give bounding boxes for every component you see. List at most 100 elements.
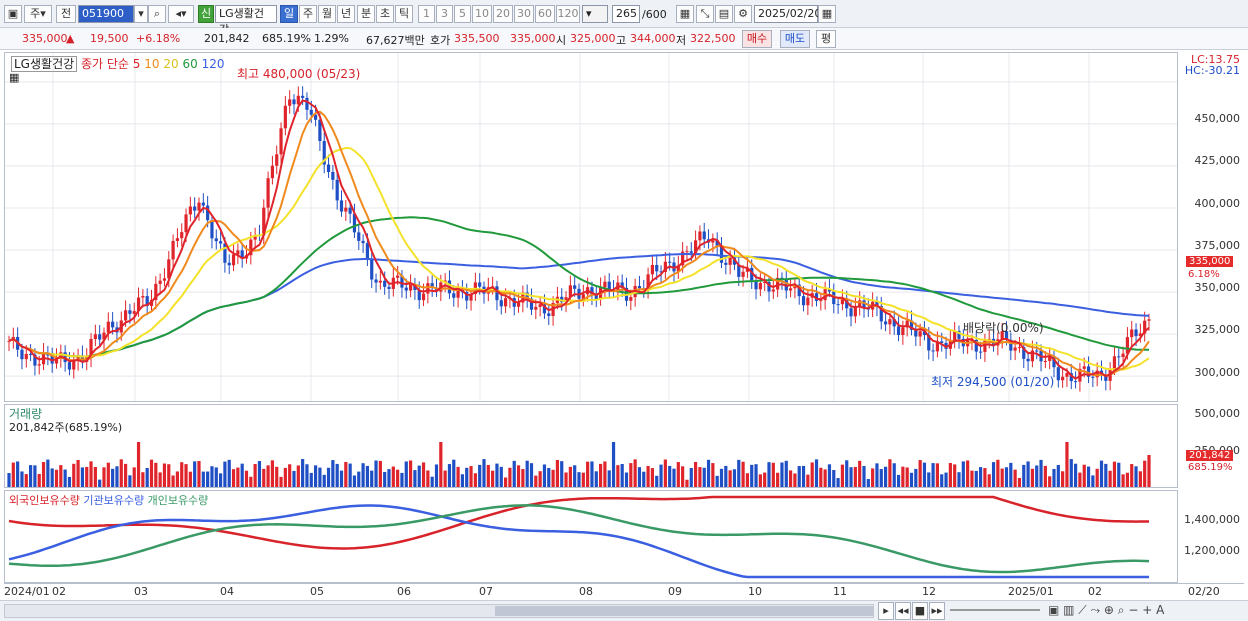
tool-icon-1[interactable]: ▦ xyxy=(676,5,694,23)
period-tick[interactable]: 틱 xyxy=(395,5,413,23)
candle-body xyxy=(93,334,97,339)
volume-bar xyxy=(447,464,452,487)
volume-bar xyxy=(508,467,512,487)
y-tick: 400,000 xyxy=(1194,197,1241,210)
candle-body xyxy=(901,327,905,335)
interval-1[interactable]: 1 xyxy=(418,5,435,23)
candle-body xyxy=(1130,329,1134,338)
volume-bar xyxy=(810,462,814,487)
candle-body xyxy=(404,287,408,291)
interval-30[interactable]: 30 xyxy=(514,5,534,23)
volume-bar xyxy=(741,461,745,487)
volume-bar xyxy=(7,473,11,487)
date-input[interactable]: 2025/02/20 xyxy=(754,5,821,23)
period-month[interactable]: 월 xyxy=(318,5,336,23)
volume-bar xyxy=(871,468,875,487)
volume-bar xyxy=(262,468,266,487)
volume-bar xyxy=(72,463,76,487)
candle-body xyxy=(374,279,378,283)
table-icon[interactable]: ▦ xyxy=(9,71,19,84)
volume-bar xyxy=(555,460,560,487)
interval-60[interactable]: 60 xyxy=(535,5,555,23)
scroll-track[interactable] xyxy=(4,604,874,618)
volume-bar xyxy=(1065,442,1069,487)
interval-20[interactable]: 20 xyxy=(493,5,513,23)
save-icon[interactable]: ▤ xyxy=(715,5,733,23)
volume-bar xyxy=(326,467,331,487)
price-panel[interactable]: LG생활건강 종가 단순 5 10 20 60 120 ▦ 최고 480,000… xyxy=(4,52,1178,402)
candle-body xyxy=(357,232,361,241)
volume-bar xyxy=(417,465,421,487)
holdings-panel[interactable]: 외국인보유수량 기관보유수량 개인보유수량 xyxy=(4,490,1178,583)
volume-bar xyxy=(827,464,832,487)
volume-bar xyxy=(184,464,188,487)
code-input[interactable]: 051900 xyxy=(78,5,134,23)
x-label: 2025/01 xyxy=(1008,585,1054,598)
period-day[interactable]: 일 xyxy=(280,5,298,23)
quote-turnover: 1.29% xyxy=(314,32,349,45)
speaker-icon[interactable]: ◂▾ xyxy=(168,5,194,23)
volume-bar xyxy=(732,469,737,487)
volume-bar xyxy=(318,467,322,487)
sell-button[interactable]: 매도 xyxy=(780,30,810,48)
period-minute[interactable]: 분 xyxy=(357,5,375,23)
candle-body xyxy=(456,289,460,298)
volume-bar xyxy=(460,474,465,487)
current-price-tag: 335,000 xyxy=(1186,256,1234,267)
volume-bar xyxy=(201,471,205,487)
buy-button[interactable]: 매수 xyxy=(742,30,772,48)
scroll-thumb[interactable] xyxy=(495,606,873,616)
candle-body xyxy=(1017,347,1022,349)
interval-10[interactable]: 10 xyxy=(472,5,492,23)
candle-body xyxy=(1117,356,1121,358)
volume-bar xyxy=(1099,460,1104,487)
volume-bar xyxy=(270,460,275,487)
interval-5[interactable]: 5 xyxy=(454,5,471,23)
volume-bar xyxy=(676,462,680,487)
candle-body xyxy=(1073,381,1078,383)
play-icon[interactable]: ▸ xyxy=(878,602,894,620)
stop-icon[interactable]: ■ xyxy=(912,602,928,620)
count-input[interactable]: 265 xyxy=(612,5,640,23)
volume-bar xyxy=(154,462,158,487)
volume-bar xyxy=(892,463,896,487)
eval-button[interactable]: 평 xyxy=(816,30,836,48)
window-icon[interactable]: ▣ xyxy=(4,5,22,23)
interval-select[interactable]: ▾ xyxy=(582,5,608,23)
forward-icon[interactable]: ▸▸ xyxy=(929,602,945,620)
volume-bar xyxy=(715,475,719,487)
candle-body xyxy=(288,99,292,106)
volume-bar xyxy=(659,464,663,487)
period-second[interactable]: 초 xyxy=(376,5,394,23)
zoom-slider[interactable] xyxy=(950,609,1040,611)
search-icon[interactable]: ⌕ xyxy=(148,5,166,23)
volume-bar xyxy=(858,460,862,487)
gear-icon[interactable]: ⚙ xyxy=(734,5,752,23)
period-week[interactable]: 주 xyxy=(299,5,317,23)
volume-value: 201,842주(685.19%) xyxy=(9,421,123,434)
market-select[interactable]: 주▾ xyxy=(24,5,52,23)
candle-body xyxy=(1134,329,1138,337)
volume-bar xyxy=(1022,464,1026,487)
volume-bar xyxy=(642,471,646,487)
prev-button[interactable]: 전 xyxy=(56,5,76,23)
volume-chart[interactable] xyxy=(5,405,1177,487)
period-year[interactable]: 년 xyxy=(337,5,355,23)
rewind-icon[interactable]: ◂◂ xyxy=(895,602,911,620)
volume-bar xyxy=(987,474,991,487)
candle-body xyxy=(637,286,642,289)
price-chart[interactable] xyxy=(5,53,1177,401)
calendar-icon[interactable]: ▦ xyxy=(818,5,836,23)
code-dropdown-icon[interactable]: ▾ xyxy=(134,5,148,23)
tool-icons[interactable]: ▣ ▥ ⟋ ⤳ ⊕ ⌕ − + A xyxy=(1048,603,1164,618)
candle-body xyxy=(1056,367,1060,381)
tool-icon-2[interactable]: ⤡ xyxy=(696,5,714,23)
volume-bar xyxy=(681,466,685,487)
volume-bar xyxy=(1030,468,1035,487)
interval-3[interactable]: 3 xyxy=(436,5,453,23)
volume-bar xyxy=(11,462,15,487)
interval-120[interactable]: 120 xyxy=(556,5,580,23)
candle-body xyxy=(283,105,287,129)
volume-panel[interactable]: 거래량 201,842주(685.19%) xyxy=(4,404,1178,488)
new-badge: 신 xyxy=(198,5,214,23)
